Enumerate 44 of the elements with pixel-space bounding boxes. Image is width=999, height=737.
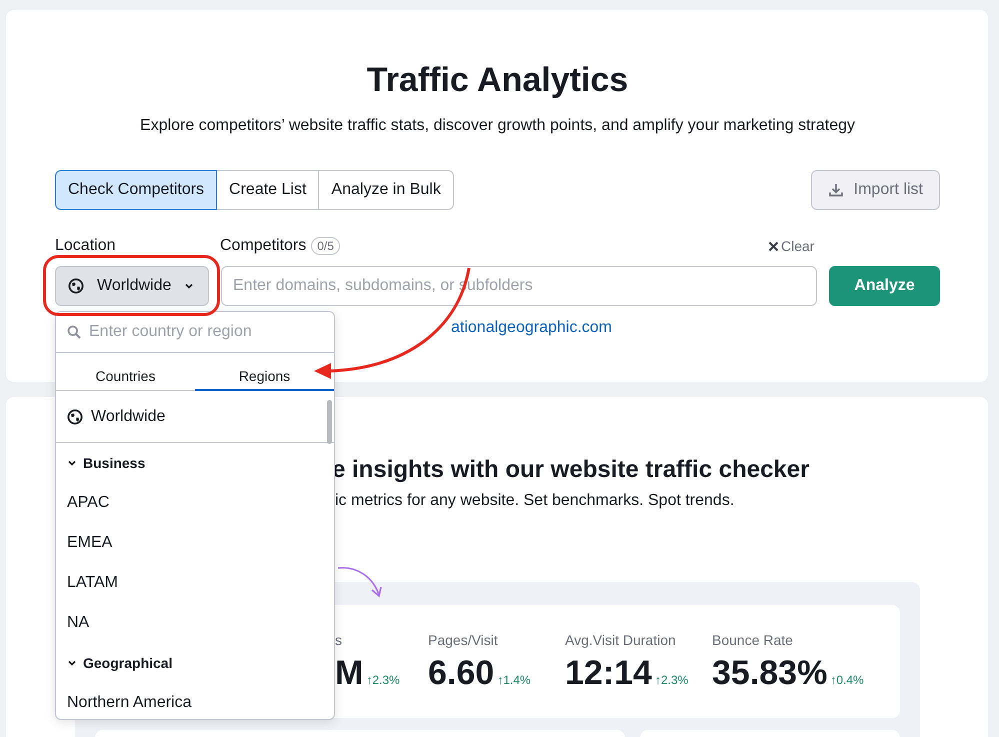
globe-icon: [67, 408, 83, 424]
chevron-icon: [67, 458, 77, 468]
metric-value: 12:14: [565, 654, 652, 692]
metric-change: ↑1.4%: [497, 673, 531, 687]
count-badge: 0/5: [311, 237, 340, 255]
search-icon: [67, 325, 81, 339]
metric-label: s: [335, 631, 343, 649]
mode-tab[interactable]: Analyze in Bulk: [318, 170, 454, 210]
chevron-icon: [67, 658, 77, 668]
metric-label: Avg.Visit Duration: [565, 631, 677, 649]
clear-link[interactable]: Clear: [768, 238, 814, 254]
page-title: Traffic Analytics: [366, 60, 630, 101]
region-option[interactable]: EMEA: [56, 523, 334, 563]
metric-label: Bounce Rate: [712, 631, 794, 649]
metric-label: Pages/Visit: [428, 631, 499, 649]
location-dropdown[interactable]: Worldwide: [55, 266, 209, 306]
metric-value: 6.60: [428, 654, 494, 692]
globe-icon: [68, 278, 84, 294]
region-option[interactable]: NA: [56, 603, 334, 643]
mode-tab[interactable]: Check Competitors: [55, 170, 218, 210]
location-label: Location: [55, 237, 116, 255]
metric-value: M: [335, 654, 364, 692]
chevron-icon: [184, 281, 194, 291]
region-option[interactable]: APAC: [56, 483, 334, 523]
section-subheading: ic metrics for any website. Set benchmarks. Spot trends.: [335, 491, 734, 511]
group-header[interactable]: Business: [56, 443, 334, 483]
mode-tab[interactable]: Create List: [216, 170, 320, 210]
metric-change: ↑2.3%: [654, 673, 688, 687]
region-tab[interactable]: Countries: [56, 364, 195, 391]
example-link[interactable]: ationalgeographic.com: [451, 319, 612, 336]
import-list-button[interactable]: Import list: [810, 170, 940, 210]
metric-value: 35.83%: [712, 654, 828, 692]
close-icon: [768, 240, 779, 252]
analyze-button[interactable]: Analyze: [829, 266, 940, 306]
scrollbar-thumb[interactable]: [327, 400, 332, 444]
curved-arrow-icon: [335, 565, 383, 599]
region-option[interactable]: LATAM: [56, 563, 334, 603]
metric-change: ↑0.4%: [830, 673, 864, 687]
region-option[interactable]: Northern America: [56, 683, 334, 719]
competitors-label: Competitors: [220, 237, 306, 255]
metric-change: ↑2.3%: [366, 673, 400, 687]
group-header[interactable]: Geographical: [56, 643, 334, 683]
download-icon: [828, 182, 844, 198]
page-subtitle: Explore competitors’ website traffic stats, discover growth points, and amplify your marketing strategy: [139, 116, 856, 136]
